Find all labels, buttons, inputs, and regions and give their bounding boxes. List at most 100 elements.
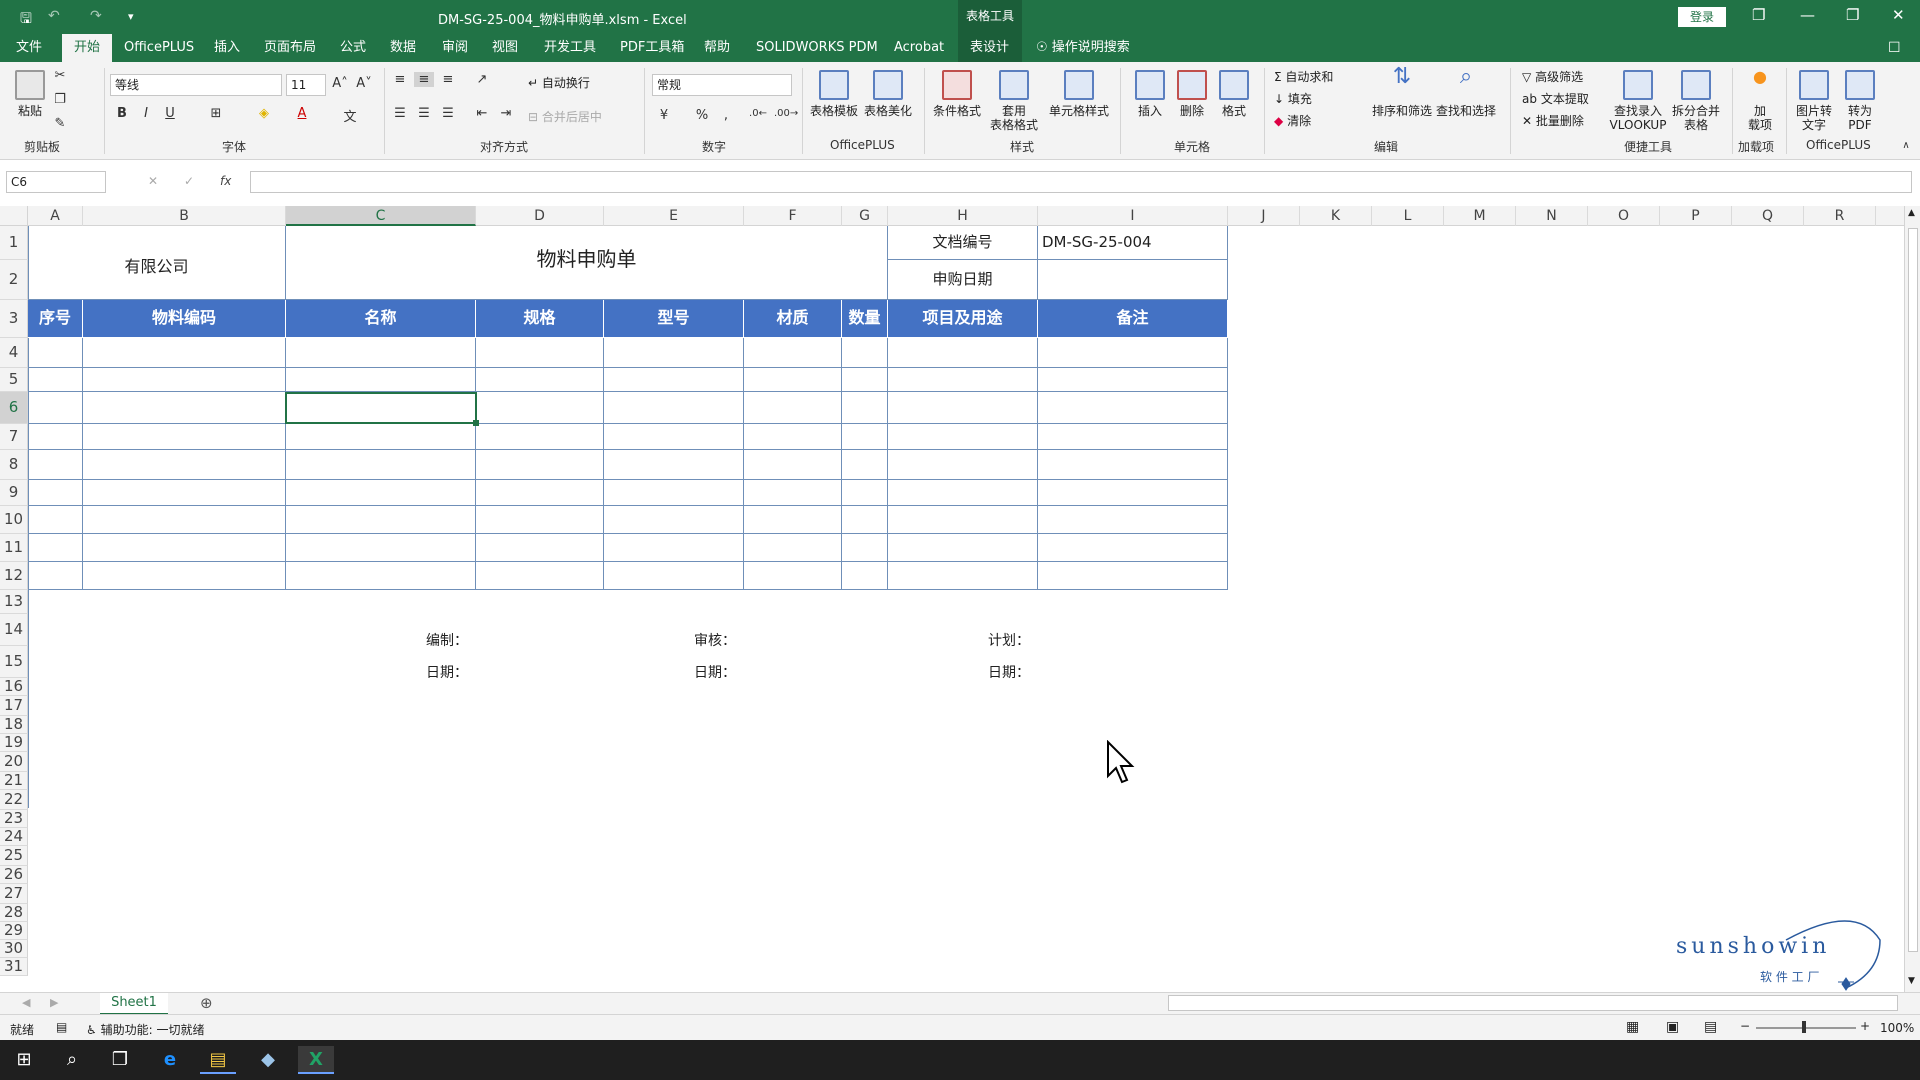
delete-cells-button[interactable]: 删除	[1172, 70, 1212, 118]
row-header-10[interactable]: 10	[0, 506, 28, 534]
row-header-11[interactable]: 11	[0, 534, 28, 562]
align-bottom-icon[interactable]: ≡	[438, 72, 458, 87]
row-header-18[interactable]: 18	[0, 716, 28, 734]
column-header-m[interactable]: M	[1444, 206, 1516, 226]
tab-solidworks-pdm[interactable]: SOLIDWORKS PDM	[756, 34, 878, 62]
row-header-22[interactable]: 22	[0, 790, 28, 810]
row-header-13[interactable]: 13	[0, 590, 28, 614]
table-cell[interactable]	[476, 424, 604, 450]
table-cell[interactable]	[476, 562, 604, 590]
tell-me-search[interactable]: ☉ 操作说明搜索	[1036, 34, 1130, 62]
taskbar-search-icon[interactable]: ⌕	[54, 1046, 90, 1074]
header-spec[interactable]: 规格	[476, 300, 604, 338]
table-cell[interactable]	[888, 392, 1038, 424]
column-header-k[interactable]: K	[1300, 206, 1372, 226]
table-beautify-button[interactable]: 表格美化	[862, 70, 914, 118]
header-quantity[interactable]: 数量	[842, 300, 888, 338]
tab-officeplus[interactable]: OfficePLUS	[124, 34, 194, 62]
header-project-use[interactable]: 项目及用途	[888, 300, 1038, 338]
row-header-2[interactable]: 2	[0, 260, 28, 300]
comments-icon[interactable]: ☐	[1888, 34, 1901, 62]
format-painter-icon[interactable]: ✎	[50, 116, 70, 131]
table-template-button[interactable]: 表格模板	[808, 70, 860, 118]
table-cell[interactable]	[28, 534, 83, 562]
row-header-4[interactable]: 4	[0, 338, 28, 368]
table-cell[interactable]	[1038, 368, 1228, 392]
table-cell[interactable]	[888, 534, 1038, 562]
table-cell[interactable]	[888, 424, 1038, 450]
doc-no-label-cell[interactable]: 文档编号	[888, 226, 1038, 260]
to-pdf-button[interactable]: 转为 PDF	[1838, 70, 1882, 132]
table-cell[interactable]	[286, 480, 476, 506]
zoom-slider-thumb[interactable]	[1802, 1021, 1806, 1033]
table-cell[interactable]	[1038, 424, 1228, 450]
table-cell[interactable]	[83, 480, 286, 506]
borders-icon[interactable]: ⊞	[206, 106, 226, 121]
customize-qat-icon[interactable]: ▾	[128, 10, 134, 23]
table-cell[interactable]	[28, 506, 83, 534]
table-cell[interactable]	[888, 368, 1038, 392]
column-header-n[interactable]: N	[1516, 206, 1588, 226]
table-cell[interactable]	[83, 562, 286, 590]
row-header-12[interactable]: 12	[0, 562, 28, 590]
table-cell[interactable]	[476, 506, 604, 534]
fill-color-icon[interactable]: ◈	[254, 106, 274, 121]
row-header-20[interactable]: 20	[0, 752, 28, 772]
table-cell[interactable]	[28, 450, 83, 480]
zoom-level[interactable]: 100%	[1880, 1021, 1914, 1035]
table-cell[interactable]	[604, 506, 744, 534]
table-cell[interactable]	[842, 368, 888, 392]
table-cell[interactable]	[744, 424, 842, 450]
tab-developer[interactable]: 开发工具	[544, 34, 596, 62]
row-header-6[interactable]: 6	[0, 392, 28, 424]
italic-icon[interactable]: I	[136, 106, 156, 121]
save-icon[interactable]: 🖫	[20, 8, 32, 32]
table-cell[interactable]	[604, 424, 744, 450]
column-header-e[interactable]: E	[604, 206, 744, 226]
table-cell[interactable]	[842, 506, 888, 534]
table-cell[interactable]	[744, 450, 842, 480]
table-cell[interactable]	[28, 480, 83, 506]
vertical-scrollbar[interactable]: ▲ ▼	[1904, 206, 1920, 992]
table-cell[interactable]	[842, 392, 888, 424]
table-cell[interactable]	[1038, 562, 1228, 590]
header-remarks[interactable]: 备注	[1038, 300, 1228, 338]
next-sheet-icon[interactable]: ▶	[50, 996, 58, 1009]
column-header-c[interactable]: C	[286, 206, 476, 226]
company-name-cell[interactable]: 有限公司	[28, 226, 286, 300]
font-name-combo[interactable]: 等线	[110, 74, 282, 96]
row-header-1[interactable]: 1	[0, 226, 28, 260]
header-name[interactable]: 名称	[286, 300, 476, 338]
table-cell[interactable]	[28, 392, 83, 424]
row-header-16[interactable]: 16	[0, 678, 28, 696]
fill-button[interactable]: ↓ 填充	[1274, 92, 1312, 106]
macro-record-icon[interactable]: ▤	[56, 1020, 67, 1034]
maximize-icon[interactable]: ❐	[1846, 6, 1859, 24]
row-header-31[interactable]: 31	[0, 958, 28, 976]
table-cell[interactable]	[1038, 392, 1228, 424]
tab-page-layout[interactable]: 页面布局	[264, 34, 316, 62]
row-header-27[interactable]: 27	[0, 884, 28, 904]
underline-icon[interactable]: U	[160, 106, 180, 121]
scroll-up-icon[interactable]: ▲	[1908, 208, 1915, 218]
name-box[interactable]: C6	[6, 171, 106, 193]
bold-icon[interactable]: B	[112, 106, 132, 121]
table-cell[interactable]	[83, 392, 286, 424]
clear-button[interactable]: ◆ 清除	[1274, 114, 1311, 128]
row-header-17[interactable]: 17	[0, 696, 28, 716]
row-header-26[interactable]: 26	[0, 866, 28, 884]
increase-indent-icon[interactable]: ⇥	[496, 106, 516, 121]
row-header-14[interactable]: 14	[0, 614, 28, 646]
decrease-indent-icon[interactable]: ⇤	[472, 106, 492, 121]
row-header-3[interactable]: 3	[0, 300, 28, 338]
conditional-format-button[interactable]: 条件格式	[930, 70, 984, 118]
advanced-filter-button[interactable]: ▽ 高级筛选	[1522, 70, 1583, 84]
table-cell[interactable]	[744, 562, 842, 590]
table-cell[interactable]	[83, 450, 286, 480]
tab-view[interactable]: 视图	[492, 34, 518, 62]
number-format-combo[interactable]: 常规	[652, 74, 792, 96]
column-header-g[interactable]: G	[842, 206, 888, 226]
table-cell[interactable]	[888, 338, 1038, 368]
page-break-view-icon[interactable]: ▤	[1704, 1019, 1717, 1035]
currency-icon[interactable]: ¥	[654, 108, 674, 123]
